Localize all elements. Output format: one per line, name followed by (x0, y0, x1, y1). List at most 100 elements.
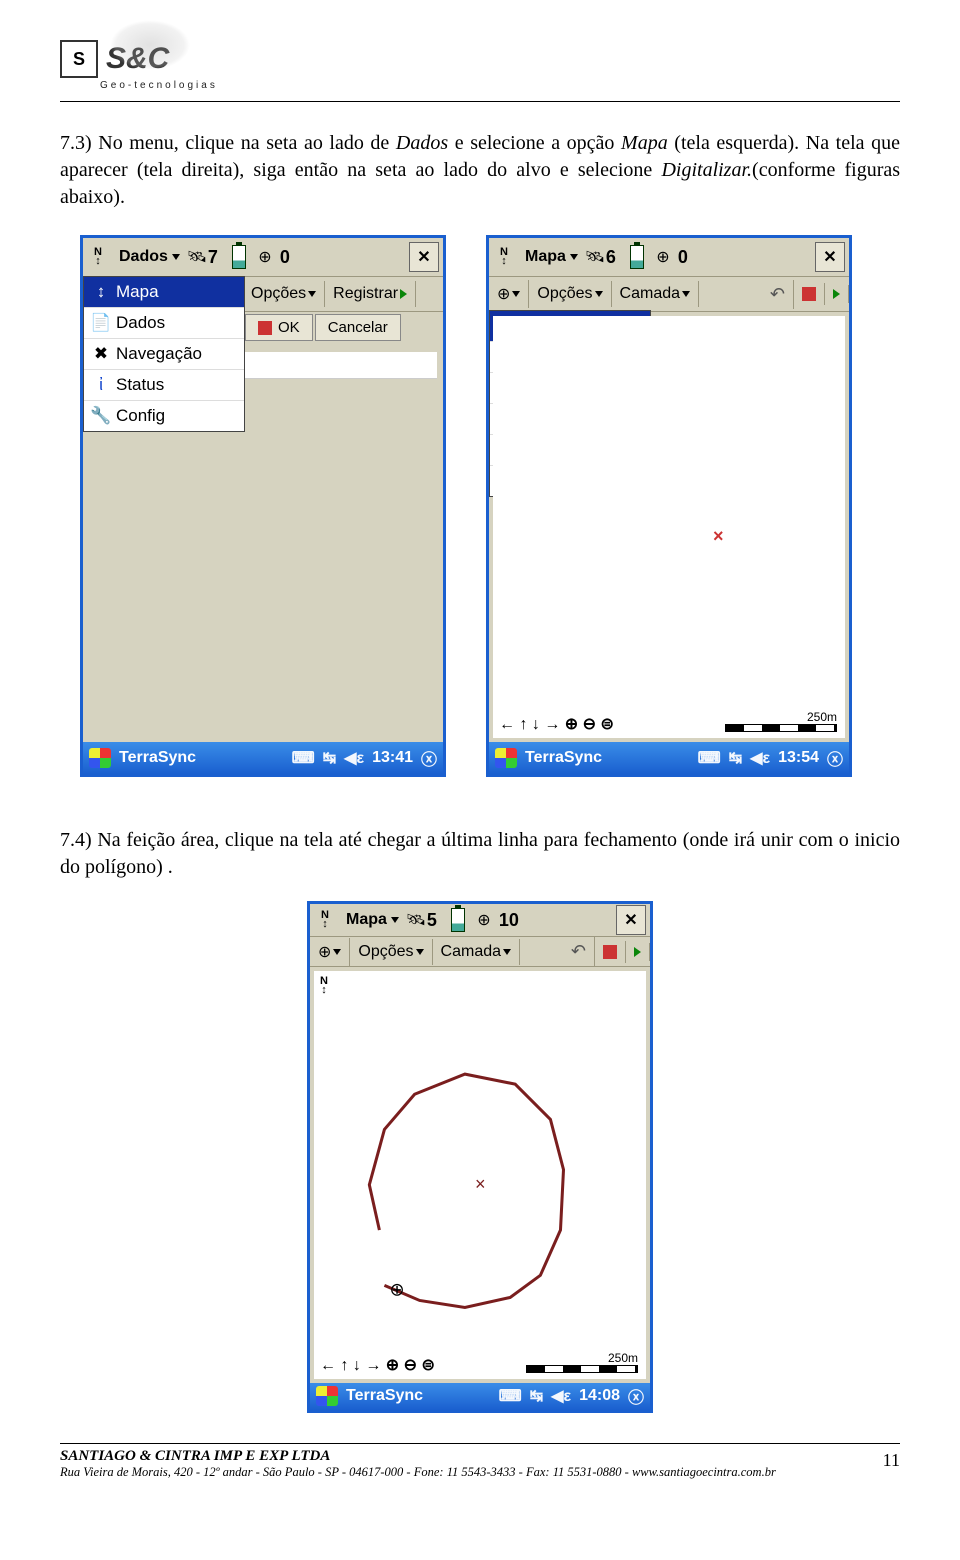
keyboard-icon[interactable]: ⌨ (698, 748, 721, 768)
chevron-down-icon (570, 254, 578, 260)
stop-icon (603, 945, 617, 959)
scale-bar: 250m (526, 1351, 638, 1373)
polygon-path: × ⊕ (314, 971, 646, 1378)
speaker-icon[interactable]: ◀ε (344, 748, 364, 768)
chevron-down-icon (512, 291, 520, 297)
close-button[interactable]: ✕ (616, 905, 646, 935)
chevron-down-icon (416, 949, 424, 955)
cancel-button[interactable]: Cancelar (315, 314, 401, 341)
register-button[interactable]: Registrar (325, 281, 416, 307)
close-task-icon[interactable]: ⓧ (628, 1384, 644, 1408)
undo-button[interactable]: ↶ (762, 280, 794, 309)
menu-item-config[interactable]: 🔧Config (84, 401, 244, 431)
layer-dropdown[interactable]: Camada (612, 281, 699, 307)
windows-start-icon[interactable] (495, 748, 517, 768)
layer-dropdown[interactable]: Camada (433, 939, 520, 965)
stop-button[interactable] (595, 941, 626, 963)
menu-item-dados[interactable]: 📄Dados (84, 308, 244, 339)
windows-start-icon[interactable] (316, 1386, 338, 1406)
chevron-down-icon (391, 917, 399, 923)
target-count: 0 (280, 247, 290, 268)
map-canvas[interactable]: × ← ↑ ↓ → ⊕ ⊖ ⊜ 250m (493, 316, 845, 738)
page-number: 11 (883, 1450, 900, 1471)
connection-icon[interactable]: ↹ (729, 748, 742, 768)
sat-count: 5 (427, 910, 437, 931)
map-icon: ↕ (92, 282, 110, 302)
stop-icon (258, 321, 272, 335)
menu-item-status[interactable]: ἰStatus (84, 370, 244, 401)
header-separator (60, 101, 900, 102)
scale-bar: 250m (725, 710, 837, 732)
taskbar: TerraSync ⌨ ↹ ◀ε 13:54 ⓧ (489, 742, 849, 774)
footer-company: SANTIAGO & CINTRA IMP E EXP LTDA (60, 1448, 900, 1465)
screenshot-left: N↕ Dados 🛰 7 ⊕ 0 ✕ Opções Registrar OK C… (80, 235, 446, 777)
section-dropdown[interactable]: Dados (113, 244, 186, 270)
subtoolbar: ⊕ Opções Camada ↶ (310, 937, 650, 967)
result-field (243, 352, 437, 379)
chevron-down-icon (172, 254, 180, 260)
subtoolbar: ⊕ Opções Camada ↶ (489, 277, 849, 312)
menu-item-navegacao[interactable]: ✖Navegação (84, 339, 244, 370)
target-icon: ⊕ (473, 909, 495, 931)
stop-button[interactable] (794, 283, 825, 305)
windows-start-icon[interactable] (89, 748, 111, 768)
titlebar: N↕ Mapa 🛰 5 ⊕ 10 ✕ (310, 904, 650, 937)
paragraph-7-3: 7.3) No menu, clique na seta ao lado de … (60, 130, 900, 211)
titlebar: N↕ Dados 🛰 7 ⊕ 0 ✕ (83, 238, 443, 277)
close-button[interactable]: ✕ (409, 242, 439, 272)
battery-icon (451, 908, 465, 932)
map-canvas[interactable]: N↕ × ⊕ ← ↑ ↓ → ⊕ ⊖ ⊜ 250m (314, 971, 646, 1378)
speaker-icon[interactable]: ◀ε (551, 1386, 571, 1406)
taskbar: TerraSync ⌨ ↹ ◀ε 13:41 ⓧ (83, 742, 443, 774)
section-dropdown[interactable]: Mapa (340, 907, 405, 933)
chevron-down-icon (503, 949, 511, 955)
tool-dropdown[interactable]: ⊕ (310, 938, 350, 966)
keyboard-icon[interactable]: ⌨ (499, 1386, 522, 1406)
options-dropdown[interactable]: Opções (243, 281, 325, 307)
status-icon: ἰ (92, 375, 110, 395)
wrench-icon: 🔧 (92, 406, 110, 426)
nav-arrows[interactable]: ← ↑ ↓ → ⊕ ⊖ ⊜ (320, 1355, 435, 1375)
north-indicator: N↕ (320, 977, 328, 995)
tool-dropdown[interactable]: ⊕ (489, 280, 529, 308)
clock: 13:54 (778, 749, 819, 767)
satellite-icon: 🛰 (186, 246, 208, 268)
cursor-crosshair: ⊕ (389, 1280, 404, 1300)
speaker-icon[interactable]: ◀ε (750, 748, 770, 768)
taskbar-app-name[interactable]: TerraSync (346, 1387, 423, 1405)
undo-button[interactable]: ↶ (563, 937, 595, 966)
north-icon: N↕ (493, 246, 515, 268)
keyboard-icon[interactable]: ⌨ (292, 748, 315, 768)
nav-arrows[interactable]: ← ↑ ↓ → ⊕ ⊖ ⊜ (499, 714, 614, 734)
play-button[interactable] (626, 943, 650, 961)
chevron-down-icon (333, 949, 341, 955)
north-icon: N↕ (87, 246, 109, 268)
stop-icon (802, 287, 816, 301)
page-footer: SANTIAGO & CINTRA IMP E EXP LTDA Rua Vie… (60, 1443, 900, 1480)
globe-graphic (110, 20, 190, 70)
map-marker: × (713, 526, 724, 547)
options-dropdown[interactable]: Opções (350, 939, 432, 965)
play-icon (400, 289, 407, 299)
taskbar: TerraSync ⌨ ↹ ◀ε 14:08 ⓧ (310, 1383, 650, 1410)
battery-icon (232, 245, 246, 269)
titlebar: N↕ Mapa 🛰 6 ⊕ 0 ✕ (489, 238, 849, 277)
close-button[interactable]: ✕ (815, 242, 845, 272)
options-dropdown[interactable]: Opções (529, 281, 611, 307)
section-dropdown[interactable]: Mapa (519, 244, 584, 270)
target-icon: ⊕ (254, 246, 276, 268)
taskbar-app-name[interactable]: TerraSync (525, 749, 602, 767)
close-task-icon[interactable]: ⓧ (827, 746, 843, 770)
play-button[interactable] (825, 285, 849, 303)
close-task-icon[interactable]: ⓧ (421, 746, 437, 770)
tagline: Geo-tecnologias (100, 80, 900, 91)
battery-icon (630, 245, 644, 269)
center-marker: × (475, 1174, 486, 1194)
connection-icon[interactable]: ↹ (530, 1386, 543, 1406)
taskbar-app-name[interactable]: TerraSync (119, 749, 196, 767)
connection-icon[interactable]: ↹ (323, 748, 336, 768)
paragraph-7-4: 7.4) Na feição área, clique na tela até … (60, 827, 900, 881)
ok-button[interactable]: OK (245, 314, 313, 341)
clock: 14:08 (579, 1387, 620, 1405)
menu-item-mapa[interactable]: ↕Mapa (84, 277, 244, 308)
